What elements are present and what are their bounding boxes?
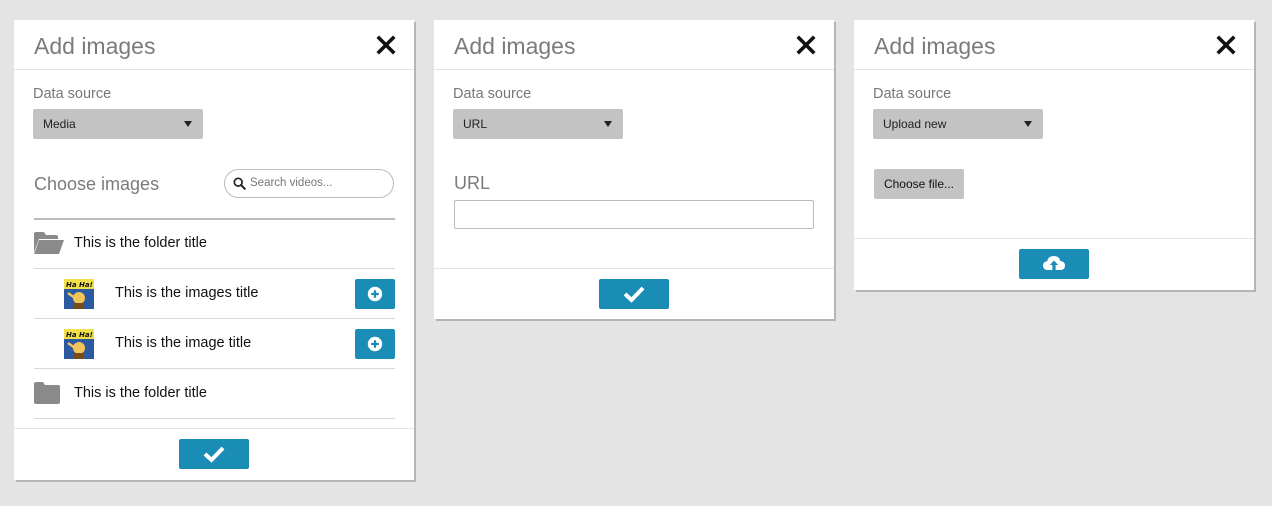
image-thumbnail: Ha Ha! [64,279,94,309]
data-source-label: Data source [33,86,112,102]
dialog-title: Add images [454,33,576,59]
dialog-title: Add images [34,33,156,59]
data-source-select[interactable]: Upload new [873,109,1043,139]
data-source-value: Media [43,117,76,131]
url-field[interactable] [454,200,814,229]
dialog-header: Add images [434,20,834,70]
chevron-down-icon [184,121,192,127]
data-source-label: Data source [453,86,532,102]
svg-text:Ha Ha!: Ha Ha! [66,281,93,289]
image-title: This is the images title [115,285,259,301]
list-item-image: Ha Ha! This is the image title [34,319,395,369]
plus-circle-icon [367,286,383,302]
dialog-footer [854,238,1254,290]
choose-file-button[interactable]: Choose file... [874,169,964,199]
data-source-select[interactable]: Media [33,109,203,139]
chevron-down-icon [604,121,612,127]
confirm-button[interactable] [179,439,249,469]
choose-images-title: Choose images [34,174,160,194]
list-item-folder[interactable]: This is the folder title [34,219,395,269]
list-item-image: Ha Ha! This is the images title [34,269,395,319]
add-images-dialog-upload: Add images Data source Upload new Choose… [854,20,1254,290]
dialog-header: Add images [854,20,1254,70]
search-icon [233,177,246,190]
add-image-button[interactable] [355,279,395,309]
folder-title: This is the folder title [74,235,207,251]
chevron-down-icon [1024,121,1032,127]
folder-open-icon [34,232,64,254]
add-images-dialog-url: Add images Data source URL URL [434,20,834,319]
url-label: URL [454,173,491,193]
check-icon [203,446,225,463]
plus-circle-icon [367,336,383,352]
dialog-footer [14,428,414,480]
folder-title: This is the folder title [74,385,207,401]
dialog-title: Add images [874,33,996,59]
close-icon[interactable] [375,34,397,56]
data-source-value: URL [463,117,488,131]
list-item-folder[interactable]: This is the folder title [34,369,395,419]
confirm-button[interactable] [599,279,669,309]
check-icon [623,286,645,303]
image-title: This is the image title [115,335,252,351]
cloud-upload-icon [1043,256,1065,271]
upload-button[interactable] [1019,249,1089,279]
data-source-label: Data source [873,86,952,102]
data-source-value: Upload new [883,117,947,131]
search-placeholder: Search videos... [250,177,333,189]
dialog-header: Add images [14,20,414,70]
data-source-select[interactable]: URL [453,109,623,139]
folder-closed-icon [34,382,60,404]
add-image-button[interactable] [355,329,395,359]
dialog-footer [434,268,834,319]
image-thumbnail: Ha Ha! [64,329,94,359]
close-icon[interactable] [795,34,817,56]
add-images-dialog-media: Add images Data source Media Choose imag… [14,20,414,480]
close-icon[interactable] [1215,34,1237,56]
search-input[interactable]: Search videos... [224,169,394,198]
svg-text:Ha Ha!: Ha Ha! [66,331,93,339]
